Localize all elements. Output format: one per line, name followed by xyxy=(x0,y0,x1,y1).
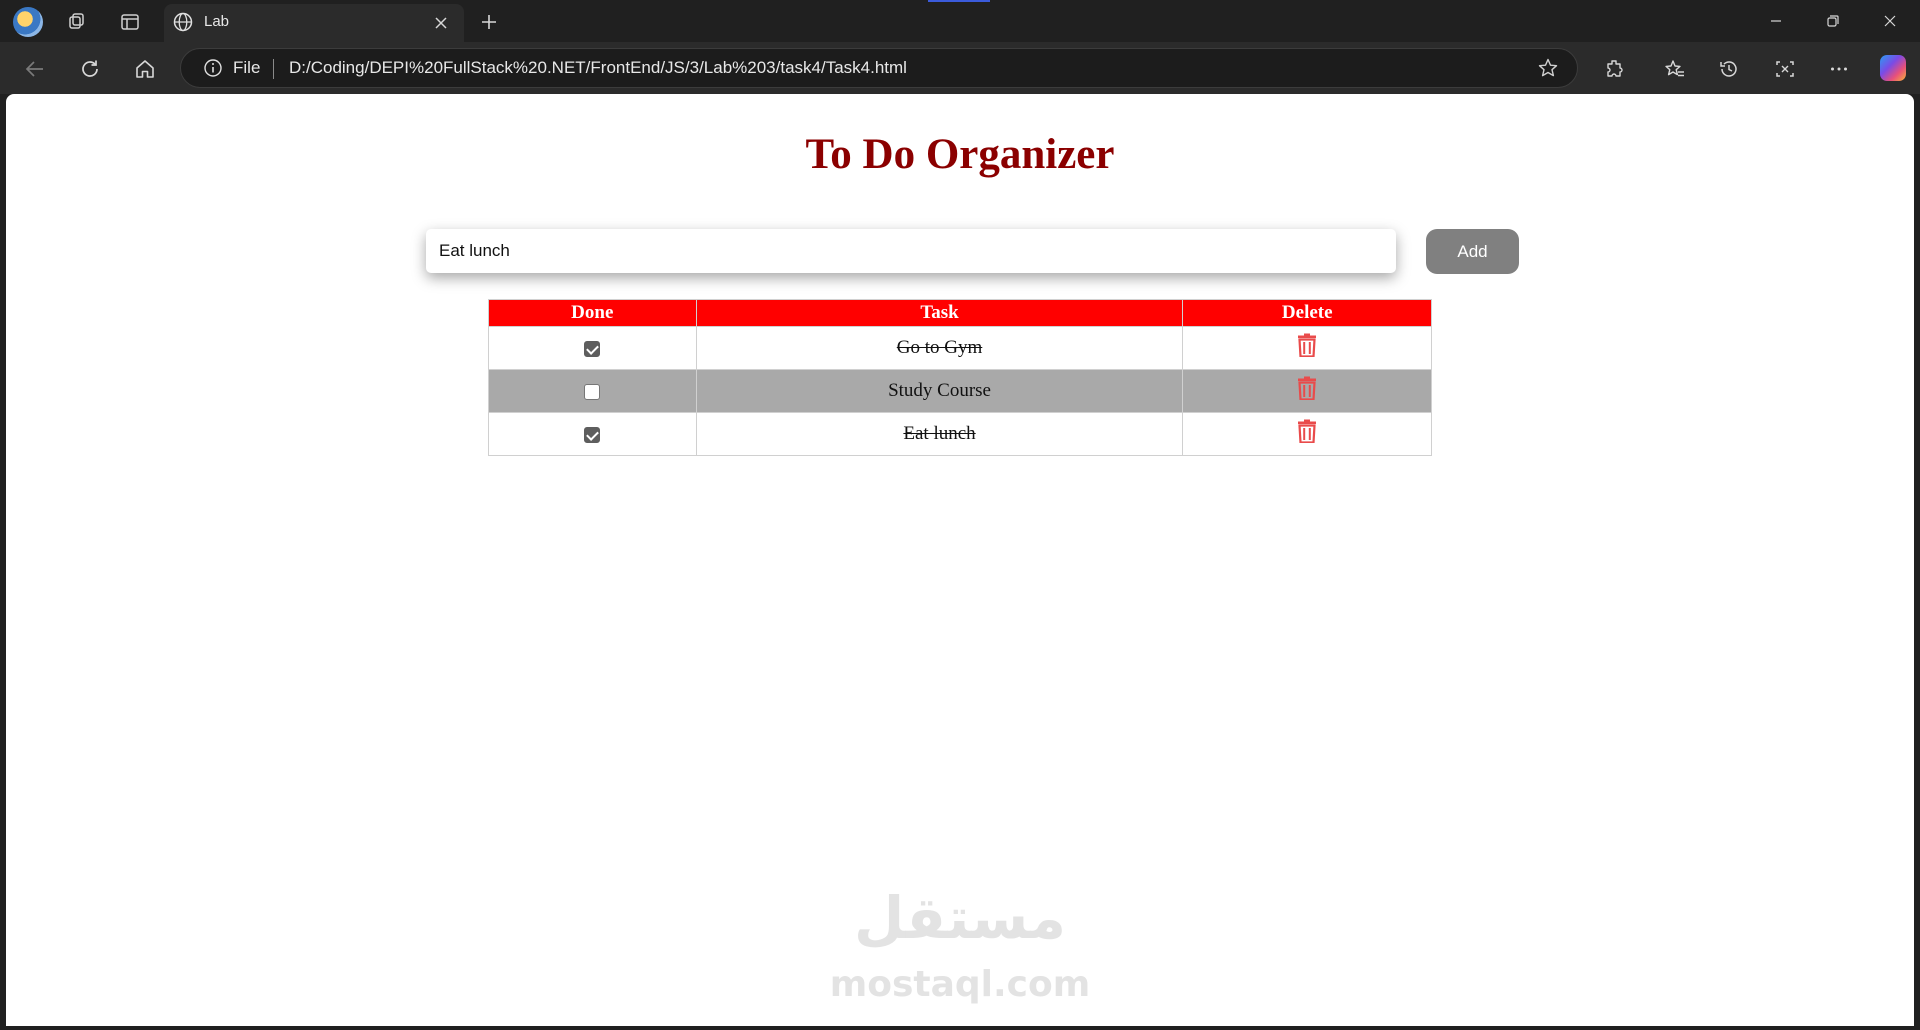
task-cell: Eat lunch xyxy=(695,412,1184,456)
trash-icon[interactable] xyxy=(1297,419,1317,449)
todo-table: Done Task Delete Go to Gym Study Course xyxy=(488,299,1432,456)
table-row: Eat lunch xyxy=(488,412,1432,456)
tab-title: Lab xyxy=(204,13,230,30)
minimize-icon[interactable] xyxy=(1756,8,1796,34)
favorites-icon[interactable] xyxy=(1660,54,1690,84)
table-row: Study Course xyxy=(488,369,1432,413)
address-separator xyxy=(273,59,274,79)
screenshot-icon[interactable] xyxy=(1770,54,1800,84)
table-header-row: Done Task Delete xyxy=(488,299,1432,327)
task-cell: Study Course xyxy=(695,369,1184,413)
globe-icon xyxy=(172,11,194,38)
done-checkbox[interactable] xyxy=(584,340,601,357)
copilot-icon[interactable] xyxy=(1880,55,1906,81)
more-options-icon[interactable] xyxy=(1824,54,1854,84)
watermark-latin: mostaql.com xyxy=(829,964,1091,1005)
workspaces-icon[interactable] xyxy=(64,9,90,35)
vertical-tabs-icon[interactable] xyxy=(117,9,143,35)
favorite-star-icon[interactable] xyxy=(1537,57,1559,84)
trash-icon[interactable] xyxy=(1297,376,1317,406)
delete-cell xyxy=(1182,369,1432,413)
back-arrow-icon[interactable] xyxy=(20,54,50,84)
tab-strip: Lab xyxy=(0,0,1920,42)
refresh-icon[interactable] xyxy=(75,54,105,84)
delete-cell xyxy=(1182,412,1432,456)
home-icon[interactable] xyxy=(130,54,160,84)
tab-strip-accent xyxy=(928,0,990,2)
restore-icon[interactable] xyxy=(1813,8,1853,34)
done-cell xyxy=(488,412,697,456)
site-info-icon[interactable] xyxy=(203,58,223,83)
add-button[interactable]: Add xyxy=(1426,229,1519,274)
task-cell: Go to Gym xyxy=(695,326,1184,370)
done-checkbox[interactable] xyxy=(584,383,601,400)
header-task: Task xyxy=(695,299,1184,327)
watermark-arabic: مستقل xyxy=(853,884,1067,952)
address-scheme: File xyxy=(233,58,261,77)
close-window-icon[interactable] xyxy=(1870,8,1910,34)
done-checkbox[interactable] xyxy=(584,426,601,443)
task-input[interactable] xyxy=(426,229,1396,273)
page-title: To Do Organizer xyxy=(805,131,1115,178)
task-text: Go to Gym xyxy=(896,337,983,358)
trash-icon[interactable] xyxy=(1297,333,1317,363)
address-bar[interactable]: File D:/Coding/DEPI%20FullStack%20.NET/F… xyxy=(180,48,1578,88)
task-text: Eat lunch xyxy=(903,423,976,444)
header-delete: Delete xyxy=(1182,299,1432,327)
tab-close-icon[interactable] xyxy=(430,12,452,34)
browser-toolbar: File D:/Coding/DEPI%20FullStack%20.NET/F… xyxy=(0,42,1920,94)
profile-avatar[interactable] xyxy=(13,7,43,37)
task-text: Study Course xyxy=(888,380,991,401)
address-url[interactable]: D:/Coding/DEPI%20FullStack%20.NET/FrontE… xyxy=(289,58,907,78)
extensions-icon[interactable] xyxy=(1600,54,1630,84)
delete-cell xyxy=(1182,326,1432,370)
header-done: Done xyxy=(488,299,697,327)
active-tab[interactable]: Lab xyxy=(164,4,464,42)
history-icon[interactable] xyxy=(1714,54,1744,84)
table-row: Go to Gym xyxy=(488,326,1432,370)
done-cell xyxy=(488,369,697,413)
done-cell xyxy=(488,326,697,370)
page-viewport: To Do Organizer Add Done Task Delete Go … xyxy=(6,94,1914,1026)
new-tab-icon[interactable] xyxy=(476,9,502,35)
